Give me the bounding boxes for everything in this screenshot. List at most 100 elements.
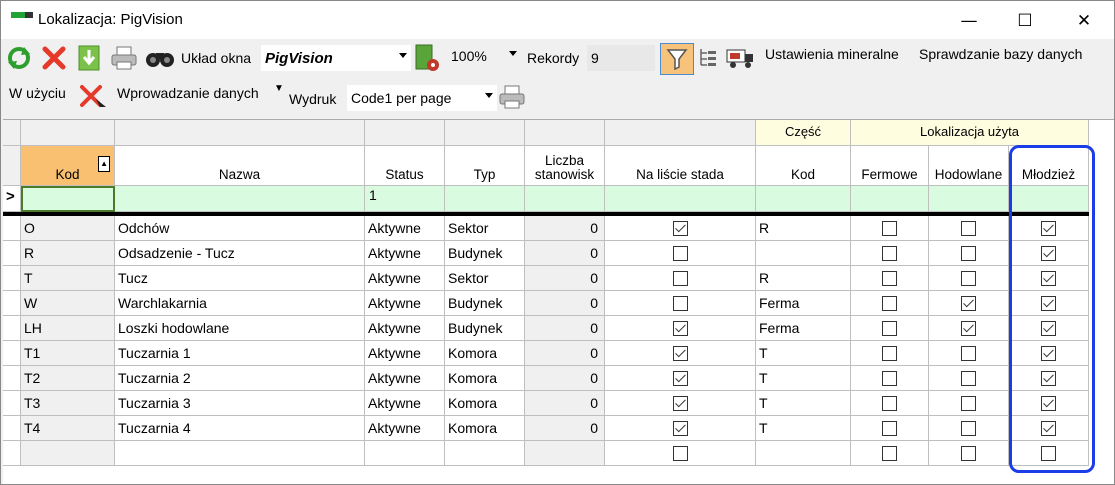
column-header-typ[interactable]: Typ — [445, 146, 525, 186]
column-header-mlodziez[interactable]: Młodzież — [1009, 146, 1089, 186]
cell-liczba[interactable]: 0 — [525, 416, 605, 441]
minimize-button[interactable]: — — [946, 7, 992, 35]
truck-add-icon[interactable] — [725, 44, 757, 72]
cell-nazwa[interactable]: Loszki hodowlane — [115, 316, 365, 341]
row-header[interactable] — [3, 391, 21, 416]
filter-icon[interactable] — [660, 43, 694, 75]
checkbox-fermowe[interactable] — [882, 221, 897, 236]
empty-row-czesc-kod[interactable] — [756, 441, 851, 466]
layout-settings-icon[interactable] — [413, 43, 441, 73]
cell-typ[interactable]: Komora — [445, 341, 525, 366]
cell-kod[interactable]: LH — [21, 316, 115, 341]
cell-liczba[interactable]: 0 — [525, 241, 605, 266]
checkbox-mlodziez[interactable] — [1041, 371, 1056, 386]
row-header[interactable] — [3, 341, 21, 366]
cell-liczba[interactable]: 0 — [525, 266, 605, 291]
cell-typ[interactable]: Budynek — [445, 316, 525, 341]
checkbox-mlodziez[interactable] — [1041, 296, 1056, 311]
cell-status[interactable]: Aktywne — [365, 366, 445, 391]
checkbox-hodowlane[interactable] — [961, 296, 976, 311]
row-header[interactable] — [3, 316, 21, 341]
checkbox-fermowe[interactable] — [882, 271, 897, 286]
checkbox-hodowlane[interactable] — [961, 221, 976, 236]
column-header-status[interactable]: Status — [365, 146, 445, 186]
checkbox-fermowe[interactable] — [882, 321, 897, 336]
empty-row-hodowlane[interactable] — [929, 441, 1009, 466]
checkbox-lista[interactable] — [672, 246, 688, 261]
new-row-mlodziez[interactable] — [1009, 186, 1089, 212]
checkbox-fermowe[interactable] — [882, 246, 897, 261]
checkbox-mlodziez[interactable] — [1041, 246, 1056, 261]
cell-kod[interactable]: T4 — [21, 416, 115, 441]
checkbox-lista[interactable] — [672, 321, 688, 336]
new-row-liczba[interactable] — [525, 186, 605, 212]
binoculars-icon[interactable] — [144, 45, 176, 71]
checkbox-fermowe[interactable] — [882, 346, 897, 361]
cell-status[interactable]: Aktywne — [365, 266, 445, 291]
column-header-hodowlane[interactable]: Hodowlane — [929, 146, 1009, 186]
new-row-nazwa[interactable] — [115, 186, 365, 212]
wprowadzanie-menu[interactable]: Wprowadzanie danych — [117, 85, 259, 101]
cell-nazwa[interactable]: Tuczarnia 4 — [115, 416, 365, 441]
checkbox-hodowlane[interactable] — [961, 446, 976, 461]
column-header-czesc-kod[interactable]: Kod — [756, 146, 851, 186]
new-row-fermowe[interactable] — [851, 186, 929, 212]
row-header[interactable] — [3, 216, 21, 241]
checkbox-mlodziez[interactable] — [1041, 271, 1056, 286]
column-header-lista[interactable]: Na liście stada — [605, 146, 756, 186]
cell-typ[interactable]: Budynek — [445, 291, 525, 316]
cell-status[interactable]: Aktywne — [365, 216, 445, 241]
empty-row-nazwa[interactable] — [115, 441, 365, 466]
checkbox-lista[interactable] — [672, 371, 688, 386]
checkbox-lista[interactable] — [672, 296, 688, 311]
cell-status[interactable]: Aktywne — [365, 416, 445, 441]
cell-liczba[interactable]: 0 — [525, 366, 605, 391]
new-row-hodowlane[interactable] — [929, 186, 1009, 212]
row-header[interactable] — [3, 366, 21, 391]
print-icon[interactable] — [110, 45, 138, 71]
checkbox-lista[interactable] — [672, 271, 688, 286]
cell-nazwa[interactable]: Tuczarnia 3 — [115, 391, 365, 416]
row-header[interactable] — [3, 416, 21, 441]
cell-czesc-kod[interactable]: Ferma — [756, 316, 851, 341]
cell-status[interactable]: Aktywne — [365, 241, 445, 266]
cell-nazwa[interactable]: Odsadzenie - Tucz — [115, 241, 365, 266]
cell-nazwa[interactable]: Warchlakarnia — [115, 291, 365, 316]
cell-liczba[interactable]: 0 — [525, 391, 605, 416]
cell-czesc-kod[interactable]: T — [756, 366, 851, 391]
checkbox-mlodziez[interactable] — [1041, 346, 1056, 361]
refresh-icon[interactable] — [6, 45, 32, 71]
column-header-nazwa[interactable]: Nazwa — [115, 146, 365, 186]
close-button[interactable]: ✕ — [1061, 7, 1107, 35]
cell-liczba[interactable]: 0 — [525, 341, 605, 366]
cell-nazwa[interactable]: Odchów — [115, 216, 365, 241]
cell-kod[interactable]: W — [21, 291, 115, 316]
checkbox-hodowlane[interactable] — [961, 371, 976, 386]
empty-row-fermowe[interactable] — [851, 441, 929, 466]
column-header-fermowe[interactable]: Fermowe — [851, 146, 929, 186]
checkbox-lista[interactable] — [672, 396, 688, 411]
new-row-kod[interactable] — [21, 186, 115, 212]
cell-typ[interactable]: Komora — [445, 391, 525, 416]
new-row-lista[interactable] — [605, 186, 756, 212]
import-icon[interactable] — [77, 45, 101, 71]
cell-czesc-kod[interactable]: T — [756, 341, 851, 366]
cell-czesc-kod[interactable]: T — [756, 391, 851, 416]
empty-row-liczba[interactable] — [525, 441, 605, 466]
cell-czesc-kod[interactable]: R — [756, 216, 851, 241]
checkbox-lista[interactable] — [672, 346, 688, 361]
empty-row-lista[interactable] — [605, 441, 756, 466]
cell-typ[interactable]: Komora — [445, 366, 525, 391]
delete-icon[interactable] — [41, 45, 67, 71]
checkbox-lista[interactable] — [672, 221, 688, 236]
cell-status[interactable]: Aktywne — [365, 291, 445, 316]
tree-icon[interactable] — [698, 45, 720, 69]
cell-typ[interactable]: Sektor — [445, 216, 525, 241]
empty-row-kod[interactable] — [21, 441, 115, 466]
cell-kod[interactable]: T — [21, 266, 115, 291]
row-header[interactable] — [3, 266, 21, 291]
empty-row-mlodziez[interactable] — [1009, 441, 1089, 466]
new-row-czesc-kod[interactable] — [756, 186, 851, 212]
cell-czesc-kod[interactable]: R — [756, 266, 851, 291]
wprowadzanie-dropdown-icon[interactable]: ▼ — [274, 83, 284, 94]
